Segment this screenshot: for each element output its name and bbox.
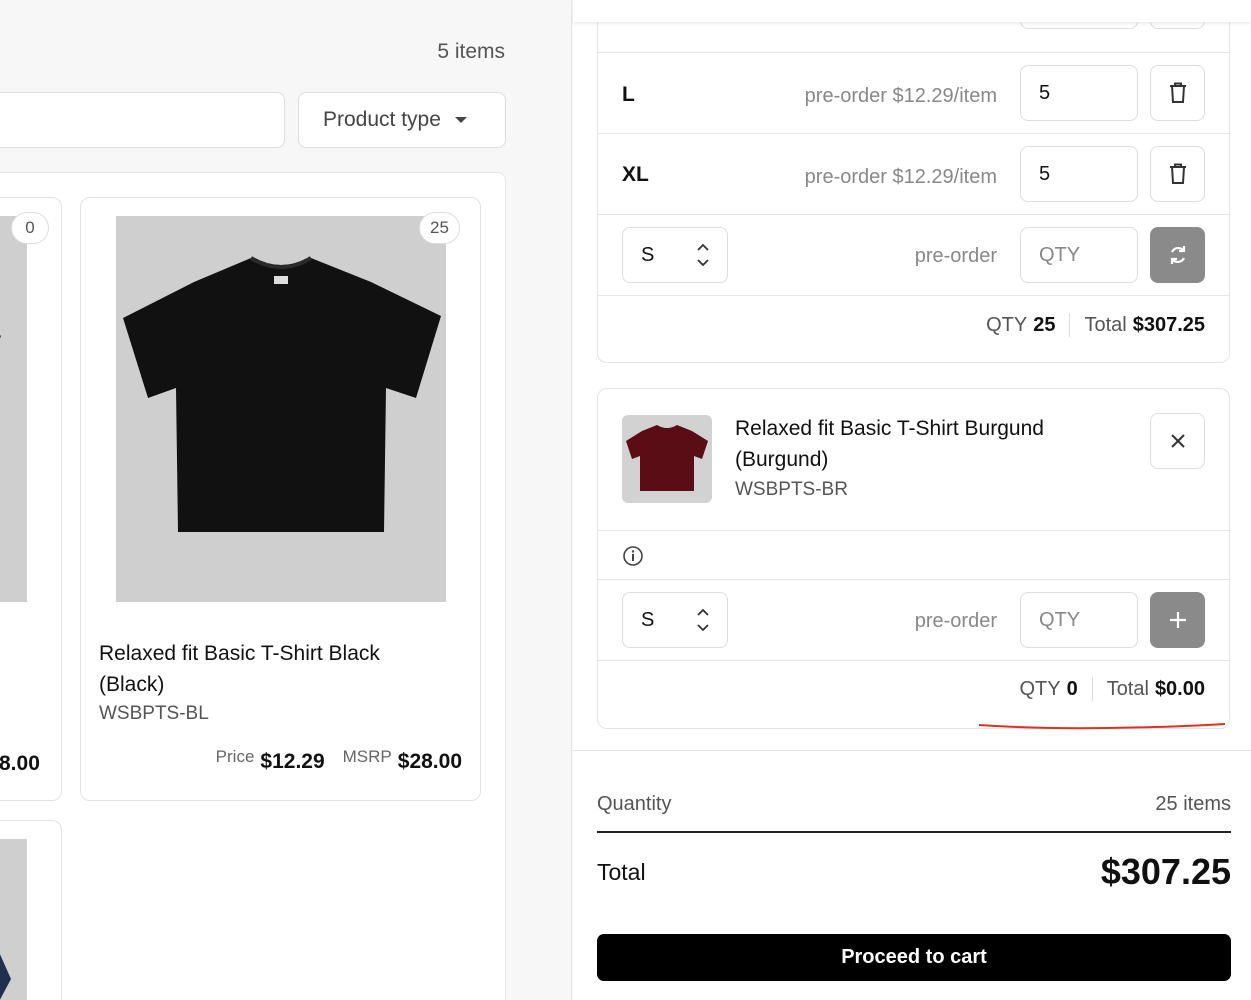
product-prices: Price $12.29 MSRP $28.00 <box>215 747 462 774</box>
proceed-to-cart-button[interactable]: Proceed to cart <box>597 934 1231 981</box>
product-type-label: Product type <box>323 108 441 131</box>
add-size-button[interactable] <box>1150 592 1205 648</box>
caret-down-icon <box>454 117 467 123</box>
unit-price: pre-order $12.29/item <box>804 166 997 188</box>
items-count: 5 items <box>437 40 505 63</box>
trash-icon <box>1169 82 1186 103</box>
total-summary-value: $0.00 <box>1154 677 1205 700</box>
size-select[interactable]: S <box>622 592 728 648</box>
price-label: Price <box>215 747 255 766</box>
total-label: Total <box>597 859 646 885</box>
total-summary-value: $307.25 <box>1132 313 1205 336</box>
product-sku: WSBPTS-BL <box>99 703 209 724</box>
qty-summary-value: 25 <box>1033 313 1056 336</box>
qty-summary-label: QTY <box>986 313 1028 336</box>
preorder-label: pre-order <box>914 245 997 267</box>
close-icon <box>1170 434 1185 448</box>
size-label: L <box>622 83 635 106</box>
search-input[interactable] <box>0 92 285 148</box>
product-type-dropdown[interactable]: Product type <box>298 92 506 148</box>
plus-icon <box>1169 612 1186 628</box>
quantity-badge: 0 <box>11 212 49 244</box>
product-image <box>116 216 446 602</box>
product-image <box>0 216 27 602</box>
qty-input[interactable]: 5 <box>1020 65 1138 121</box>
size-select-value: S <box>641 243 655 266</box>
divider <box>597 831 1231 833</box>
product-image <box>0 839 27 1000</box>
qty-input[interactable]: 5 <box>1020 146 1138 202</box>
quantity-label: Quantity <box>597 793 672 815</box>
total-summary-label: Total <box>1084 313 1127 336</box>
trash-icon <box>1169 163 1186 184</box>
updown-icon <box>697 608 709 632</box>
cart-item-sku: WSBPTS-BR <box>735 479 848 500</box>
qty-summary-label: QTY <box>1019 677 1061 700</box>
quantity-value: 25 items <box>1155 793 1231 815</box>
top-bar <box>573 0 1251 22</box>
delete-button[interactable] <box>1150 65 1205 121</box>
product-card-partial[interactable] <box>0 820 62 1000</box>
quantity-badge: 25 <box>419 212 460 244</box>
cart-item-image <box>622 415 712 503</box>
size-select-value: S <box>641 608 655 631</box>
updown-icon <box>697 243 709 267</box>
annotation-underline <box>978 723 1226 730</box>
product-title: Relaxed fit Basic T-Shirt Black (Black) <box>99 642 380 696</box>
cart-item-title: Relaxed fit Basic T-Shirt Burgund (Burgu… <box>735 417 1044 471</box>
product-card-partial[interactable]: 0 d 8.00 <box>0 197 62 801</box>
info-icon[interactable] <box>622 545 644 572</box>
product-msrp: 8.00 <box>0 752 40 775</box>
qty-input[interactable]: QTY <box>1020 592 1138 648</box>
remove-item-button[interactable] <box>1150 413 1205 469</box>
size-select[interactable]: S <box>622 227 728 283</box>
cart-item-group: L pre-order $12.29/item 5 XL pre-order $… <box>597 0 1230 363</box>
cart-pane: L pre-order $12.29/item 5 XL pre-order $… <box>573 0 1251 1000</box>
cart-item-group: Relaxed fit Basic T-Shirt Burgund (Burgu… <box>597 388 1230 729</box>
group-summary: QTY 0 Total $0.00 <box>1019 677 1205 701</box>
price-value: $12.29 <box>260 750 325 773</box>
delete-button[interactable] <box>1150 146 1205 202</box>
msrp-value: $28.00 <box>397 750 462 773</box>
qty-summary-value: 0 <box>1066 677 1078 700</box>
product-card[interactable]: 25 Relaxed fit Basic T-Shirt Black (Blac… <box>80 197 481 801</box>
total-summary-label: Total <box>1106 677 1149 700</box>
sync-icon <box>1170 246 1185 264</box>
unit-price: pre-order $12.29/item <box>804 85 997 107</box>
total-value: $307.25 <box>1100 851 1231 892</box>
qty-input[interactable]: QTY <box>1020 227 1138 283</box>
size-label: XL <box>622 163 649 186</box>
msrp-label: MSRP <box>342 747 392 766</box>
group-summary: QTY 25 Total $307.25 <box>986 313 1205 337</box>
preorder-label: pre-order <box>914 610 997 632</box>
sync-button[interactable] <box>1150 227 1205 283</box>
catalog-pane: 5 items Product type 0 d 8.00 25 Relaxed… <box>0 0 572 1000</box>
cart-footer: Quantity 25 items Total $307.25 Proceed … <box>573 750 1251 1000</box>
